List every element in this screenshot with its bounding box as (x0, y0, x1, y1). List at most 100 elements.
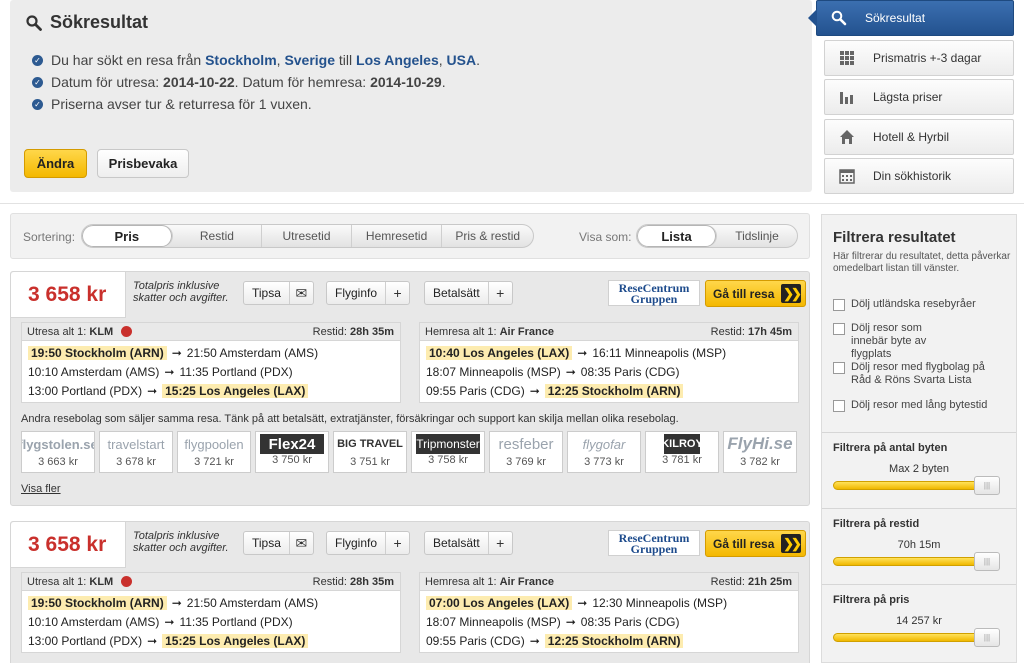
segment-departure: 09:55 Paris (CDG) (426, 383, 525, 398)
agency-offer[interactable]: flygofar 3 773 kr (567, 431, 641, 473)
result-price: 3 658 kr (11, 522, 126, 568)
calendar-icon (839, 169, 855, 184)
nav-lowest-prices[interactable]: Lägsta priser (824, 79, 1014, 115)
checkbox[interactable] (833, 323, 845, 335)
segment-arrival: 15:25 Los Angeles (LAX) (162, 633, 309, 648)
from-country: Sverige (284, 52, 336, 68)
betalsatt-button[interactable]: Betalsätt + (424, 281, 513, 305)
sort-option-departure[interactable]: Utresetid (262, 225, 352, 247)
agency-name: KILROY (664, 434, 700, 454)
nav-search-history[interactable]: Din sökhistorik (824, 158, 1014, 194)
sort-option-return[interactable]: Hemresetid (352, 225, 443, 247)
go-to-trip-button[interactable]: Gå till resa ❯❯ (705, 280, 806, 307)
flight-segment: 10:10 Amsterdam (AMS) ➞ 11:35 Portland (PD… (22, 612, 400, 631)
agency-offer[interactable]: flygpoolen 3 721 kr (177, 431, 251, 473)
betalsatt-button[interactable]: Betalsätt + (424, 531, 513, 555)
segment-departure: 10:10 Amsterdam (AMS) (28, 364, 160, 379)
leg-time-label: Restid: (710, 325, 745, 338)
agency-price: 3 758 kr (428, 454, 468, 466)
agency-logo[interactable]: ReseCentrum Gruppen (608, 530, 700, 556)
agency-offer[interactable]: Flex24 3 750 kr (255, 431, 329, 473)
filter-checkbox-row[interactable]: Dölj utländska resebyråer (833, 298, 1013, 311)
other-agencies-list: flygstolen.se 3 663 kr travelstart 3 678 k… (21, 431, 797, 473)
tipsa-button[interactable]: Tipsa ✉ (243, 281, 314, 305)
go-label: Gå till resa (713, 286, 775, 301)
change-search-button[interactable]: Ändra (24, 149, 87, 178)
checkbox[interactable] (833, 362, 845, 374)
outbound-leg: Utresa alt 1: KLM Restid: 28h 35m 19:50 … (21, 322, 401, 403)
agency-price: 3 751 kr (350, 456, 390, 468)
agency-offer[interactable]: resfeber 3 769 kr (489, 431, 563, 473)
segment-arrival: 08:35 Paris (CDG) (580, 614, 680, 629)
agency-price: 3 773 kr (584, 456, 624, 468)
envelope-icon: ✉ (288, 532, 313, 554)
flyginfo-button[interactable]: Flyginfo + (326, 531, 411, 555)
arrow-right-icon: ➞ (147, 633, 158, 648)
agency-offer[interactable]: BIG TRAVEL 3 751 kr (333, 431, 407, 473)
checkbox[interactable] (833, 400, 845, 412)
leg-head-label: Utresa alt 1: (27, 575, 87, 588)
agency-offer[interactable]: Tripmonster 3 758 kr (411, 431, 485, 473)
route-suffix: . (476, 52, 480, 68)
filter-price-label: Filtrera på pris (833, 594, 910, 606)
arrow-right-icon: ➞ (164, 614, 175, 629)
agency-logo[interactable]: ReseCentrum Gruppen (608, 280, 700, 306)
agency-price: 3 781 kr (662, 454, 702, 466)
sort-option-price-duration[interactable]: Pris & restid (442, 225, 533, 247)
sort-option-duration[interactable]: Restid (173, 225, 263, 247)
filter-checkbox-row[interactable]: Dölj resor som innebär byte av flygplats (833, 322, 953, 361)
segment-departure: 19:50 Stockholm (ARN) (28, 595, 167, 610)
stops-slider[interactable]: ||| (833, 476, 1000, 495)
nav-price-matrix[interactable]: Prismatris +-3 dagar (824, 39, 1014, 76)
sort-option-price[interactable]: Pris (82, 225, 173, 247)
slider-handle[interactable]: ||| (974, 628, 1000, 647)
tipsa-label: Tipsa (252, 286, 281, 300)
leg-airline: KLM (89, 575, 114, 588)
duration-slider[interactable]: ||| (833, 552, 1000, 571)
view-option-timeline[interactable]: Tidslinje (717, 225, 797, 247)
arrow-right-icon: ➞ (171, 345, 182, 360)
agency-offer[interactable]: KILROY 3 781 kr (645, 431, 719, 473)
segment-departure: 18:07 Minneapolis (MSP) (426, 614, 561, 629)
flight-segment: 07:00 Los Angeles (LAX) ➞ 12:30 Minneapoli… (420, 593, 798, 612)
tipsa-label: Tipsa (252, 536, 281, 550)
agency-price: 3 663 kr (38, 456, 78, 468)
segment-arrival: 12:25 Stockholm (ARN) (544, 383, 684, 398)
view-options: Lista Tidslinje (636, 224, 798, 248)
summary-route: ✓ Du har sökt en resa från Stockholm, Sv… (32, 49, 480, 71)
slider-handle[interactable]: ||| (974, 476, 1000, 495)
price-slider[interactable]: ||| (833, 628, 1000, 647)
leg-time: 17h 45m (747, 325, 792, 338)
agency-offer[interactable]: FlyHi.se 3 782 kr (723, 431, 797, 473)
checkbox[interactable] (833, 299, 845, 311)
segment-arrival: 15:25 Los Angeles (LAX) (162, 383, 309, 398)
nav-label: Lägsta priser (873, 90, 943, 104)
return-leg: Hemresa alt 1: Air France Restid: 17h 45… (419, 322, 799, 403)
bar-chart-icon (840, 92, 853, 104)
tipsa-button[interactable]: Tipsa ✉ (243, 531, 314, 555)
slider-handle[interactable]: ||| (974, 552, 1000, 571)
agency-offer[interactable]: travelstart 3 678 kr (99, 431, 173, 473)
filter-checkbox-row[interactable]: Dölj resor med flygbolag på Råd & Röns S… (833, 361, 993, 387)
flyginfo-button[interactable]: Flyginfo + (326, 281, 411, 305)
filter-checkbox-row[interactable]: Dölj resor med lång bytestid (833, 399, 1013, 412)
go-to-trip-button[interactable]: Gå till resa ❯❯ (705, 530, 806, 557)
nav-search-results[interactable]: Sökresultat (808, 0, 1014, 36)
grid-icon (840, 50, 854, 65)
view-option-list[interactable]: Lista (637, 225, 717, 247)
leg-header: Utresa alt 1: KLM Restid: 28h 35m (22, 323, 400, 341)
plus-icon: + (487, 532, 512, 554)
route-prefix: Du har sökt en resa från (51, 52, 206, 68)
segment-departure: 19:50 Stockholm (ARN) (28, 345, 167, 360)
segment-arrival: 11:35 Portland (PDX) (179, 614, 293, 629)
agency-offer[interactable]: flygstolen.se 3 663 kr (21, 431, 95, 473)
result-card: 3 658 kr Totalpris inklusive skatter och… (10, 271, 810, 506)
return-leg: Hemresa alt 1: Air France Restid: 21h 25… (419, 572, 799, 653)
nav-hotel-car[interactable]: Hotell & Hyrbil (824, 118, 1014, 155)
nav-label: Sökresultat (865, 11, 926, 25)
agency-name: flygstolen.se (22, 436, 94, 452)
show-more-link[interactable]: Visa fler (21, 483, 61, 495)
filter-duration-value: 70h 15m (897, 539, 941, 551)
flight-segment: 13:00 Portland (PDX) ➞ 15:25 Los Angeles (… (22, 631, 400, 650)
price-watch-button[interactable]: Prisbevaka (97, 149, 189, 178)
